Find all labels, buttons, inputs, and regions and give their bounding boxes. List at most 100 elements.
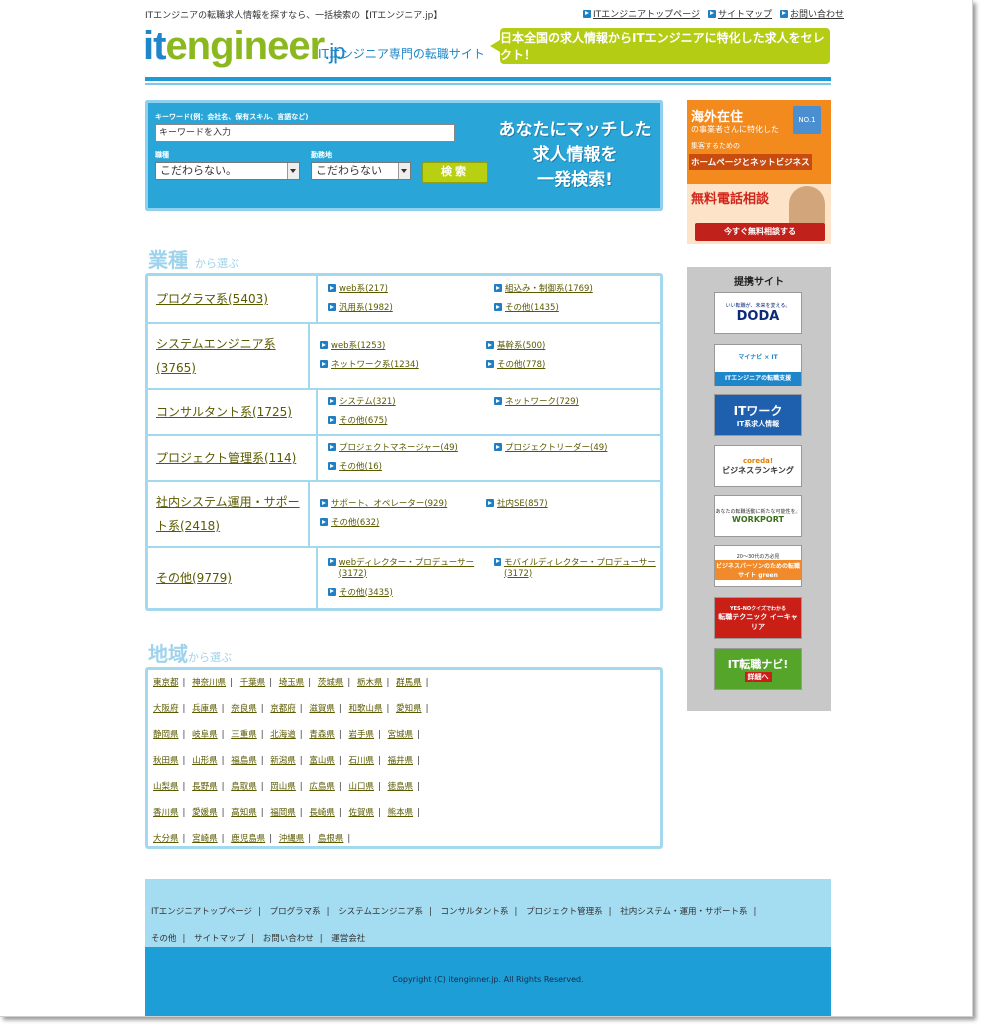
- pref-link[interactable]: 山形県: [192, 756, 218, 766]
- subcategory-link[interactable]: その他(16): [339, 462, 382, 473]
- subcategory-link[interactable]: web系(1253): [331, 341, 385, 352]
- pref-link[interactable]: 福井県: [388, 756, 414, 766]
- footer-link[interactable]: プロジェクト管理系: [526, 907, 603, 917]
- category-link[interactable]: プロジェクト管理系(114): [156, 446, 296, 470]
- pref-link[interactable]: 静岡県: [153, 730, 179, 740]
- pref-link[interactable]: 大阪府: [153, 704, 179, 714]
- pref-link[interactable]: 茨城県: [318, 678, 344, 688]
- pref-link[interactable]: 鹿児島県: [231, 834, 265, 844]
- category-link[interactable]: その他(9779): [156, 566, 232, 590]
- pref-link[interactable]: 北海道: [270, 730, 296, 740]
- pref-link[interactable]: 福島県: [231, 756, 257, 766]
- pref-link[interactable]: 岐阜県: [192, 730, 218, 740]
- footer-link[interactable]: その他: [151, 934, 177, 944]
- footer-link[interactable]: 社内システム・運用・サポート系: [620, 907, 747, 917]
- partner-banner-workport[interactable]: あなたの転職活動に新たな可能性を。 WORKPORT: [714, 495, 802, 537]
- category-link[interactable]: 社内システム運用・サポート系(2418): [156, 490, 308, 538]
- free-consult-button[interactable]: 今すぐ無料相談する: [695, 223, 825, 241]
- pref-link[interactable]: 京都府: [270, 704, 296, 714]
- pref-link[interactable]: 香川県: [153, 808, 179, 818]
- area-select[interactable]: こだわらない: [311, 162, 411, 180]
- pref-link[interactable]: 石川県: [348, 756, 374, 766]
- subcategory-link[interactable]: サポート、オペレーター(929): [331, 499, 447, 510]
- pref-link[interactable]: 山梨県: [153, 782, 179, 792]
- pref-link[interactable]: 神奈川県: [192, 678, 226, 688]
- pref-link[interactable]: 愛媛県: [192, 808, 218, 818]
- pref-link[interactable]: 三重県: [231, 730, 257, 740]
- pref-link[interactable]: 埼玉県: [279, 678, 305, 688]
- pref-link[interactable]: 栃木県: [357, 678, 383, 688]
- partner-banner-itnavi[interactable]: IT転職ナビ! 詳細へ: [714, 648, 802, 690]
- subcategory-link[interactable]: その他(632): [331, 518, 379, 529]
- pref-link[interactable]: 山口県: [348, 782, 374, 792]
- footer-link[interactable]: 運営会社: [331, 934, 365, 944]
- pref-link[interactable]: 沖縄県: [279, 834, 305, 844]
- pref-link[interactable]: 長崎県: [309, 808, 335, 818]
- keyword-input[interactable]: キーワードを入力: [155, 124, 455, 142]
- partner-banner-coreda[interactable]: coreda! ビジネスランキング: [714, 445, 802, 487]
- subcategory-link[interactable]: webディレクター・プロデューサー(3172): [339, 558, 494, 580]
- top-link-home[interactable]: ITエンジニアトップページ: [583, 7, 700, 20]
- pref-link[interactable]: 岡山県: [270, 782, 296, 792]
- subcategory-link[interactable]: 社内SE(857): [497, 499, 548, 510]
- subcategory-link[interactable]: プロジェクトリーダー(49): [505, 443, 607, 454]
- subcategory-link[interactable]: プロジェクトマネージャー(49): [339, 443, 458, 454]
- subcategory-link[interactable]: その他(1435): [505, 303, 559, 314]
- category-link[interactable]: プログラマ系(5403): [156, 287, 268, 311]
- site-logo[interactable]: itengineer.jp: [143, 26, 345, 72]
- footer-link[interactable]: ITエンジニアトップページ: [151, 907, 252, 917]
- pref-link[interactable]: 愛知県: [396, 704, 422, 714]
- pref-link[interactable]: 千葉県: [240, 678, 266, 688]
- pref-link[interactable]: 福岡県: [270, 808, 296, 818]
- pref-link[interactable]: 鳥取県: [231, 782, 257, 792]
- footer-link[interactable]: お問い合わせ: [263, 934, 314, 944]
- partner-banner-mynavi[interactable]: マイナビ × IT ITエンジニアの転職支援: [714, 344, 802, 386]
- pref-link[interactable]: 徳島県: [388, 782, 414, 792]
- top-link-sitemap[interactable]: サイトマップ: [707, 7, 772, 20]
- pref-link[interactable]: 広島県: [309, 782, 335, 792]
- pref-link[interactable]: 群馬県: [396, 678, 422, 688]
- subcategory-link[interactable]: ネットワーク(729): [505, 397, 579, 408]
- subcategory-link[interactable]: その他(3435): [339, 588, 393, 599]
- pref-link[interactable]: 長野県: [192, 782, 218, 792]
- subcategory-link[interactable]: ネットワーク系(1234): [331, 360, 419, 371]
- search-button[interactable]: 検索: [422, 162, 488, 183]
- pref-link[interactable]: 青森県: [309, 730, 335, 740]
- pref-link[interactable]: 高知県: [231, 808, 257, 818]
- footer-link[interactable]: プログラマ系: [270, 907, 321, 917]
- pref-link[interactable]: 和歌山県: [348, 704, 382, 714]
- partner-banner-ecareer[interactable]: YES-NOクイズでわかる 転職テクニック イーキャリア: [714, 597, 802, 639]
- subcategory-link[interactable]: web系(217): [339, 284, 388, 295]
- pref-link[interactable]: 東京都: [153, 678, 179, 688]
- footer-link[interactable]: サイトマップ: [194, 934, 245, 944]
- top-link-contact[interactable]: お問い合わせ: [780, 7, 844, 20]
- pref-link[interactable]: 兵庫県: [192, 704, 218, 714]
- pref-link[interactable]: 大分県: [153, 834, 179, 844]
- category-link[interactable]: コンサルタント系(1725): [156, 400, 292, 424]
- subcategory-link[interactable]: 基幹系(500): [497, 341, 545, 352]
- pref-link[interactable]: 岩手県: [348, 730, 374, 740]
- partner-banner-green[interactable]: 20～30代の方必見 ビジネスパーソンのための転職サイト green: [714, 545, 802, 587]
- pref-link[interactable]: 佐賀県: [348, 808, 374, 818]
- footer-link[interactable]: システムエンジニア系: [338, 907, 423, 917]
- subcategory-link[interactable]: 汎用系(1982): [339, 303, 393, 314]
- subcategory-link[interactable]: モバイルディレクター・プロデューサー(3172): [504, 558, 660, 580]
- partner-banner-doda[interactable]: いい転職が、未来を変える。 DODA: [714, 292, 802, 334]
- footer-link[interactable]: コンサルタント系: [441, 907, 509, 917]
- subcategory-link[interactable]: その他(778): [497, 360, 545, 371]
- side-ad-banner[interactable]: 海外在住 の事業者さんに特化した 集客するための ホームページとネットビジネス …: [687, 100, 831, 244]
- partner-banner-itwork[interactable]: ITワーク IT系求人情報: [714, 394, 802, 436]
- pref-link[interactable]: 滋賀県: [309, 704, 335, 714]
- pref-link[interactable]: 富山県: [309, 756, 335, 766]
- pref-link[interactable]: 宮崎県: [192, 834, 218, 844]
- pref-link[interactable]: 島根県: [318, 834, 344, 844]
- pref-link[interactable]: 秋田県: [153, 756, 179, 766]
- pref-link[interactable]: 新潟県: [270, 756, 296, 766]
- subcategory-link[interactable]: 組込み・制御系(1769): [505, 284, 593, 295]
- category-link[interactable]: システムエンジニア系(3765): [156, 332, 308, 380]
- pref-link[interactable]: 熊本県: [388, 808, 414, 818]
- pref-link[interactable]: 奈良県: [231, 704, 257, 714]
- pref-link[interactable]: 宮城県: [388, 730, 414, 740]
- subcategory-link[interactable]: その他(675): [339, 416, 387, 427]
- job-select[interactable]: こだわらない。: [155, 162, 300, 180]
